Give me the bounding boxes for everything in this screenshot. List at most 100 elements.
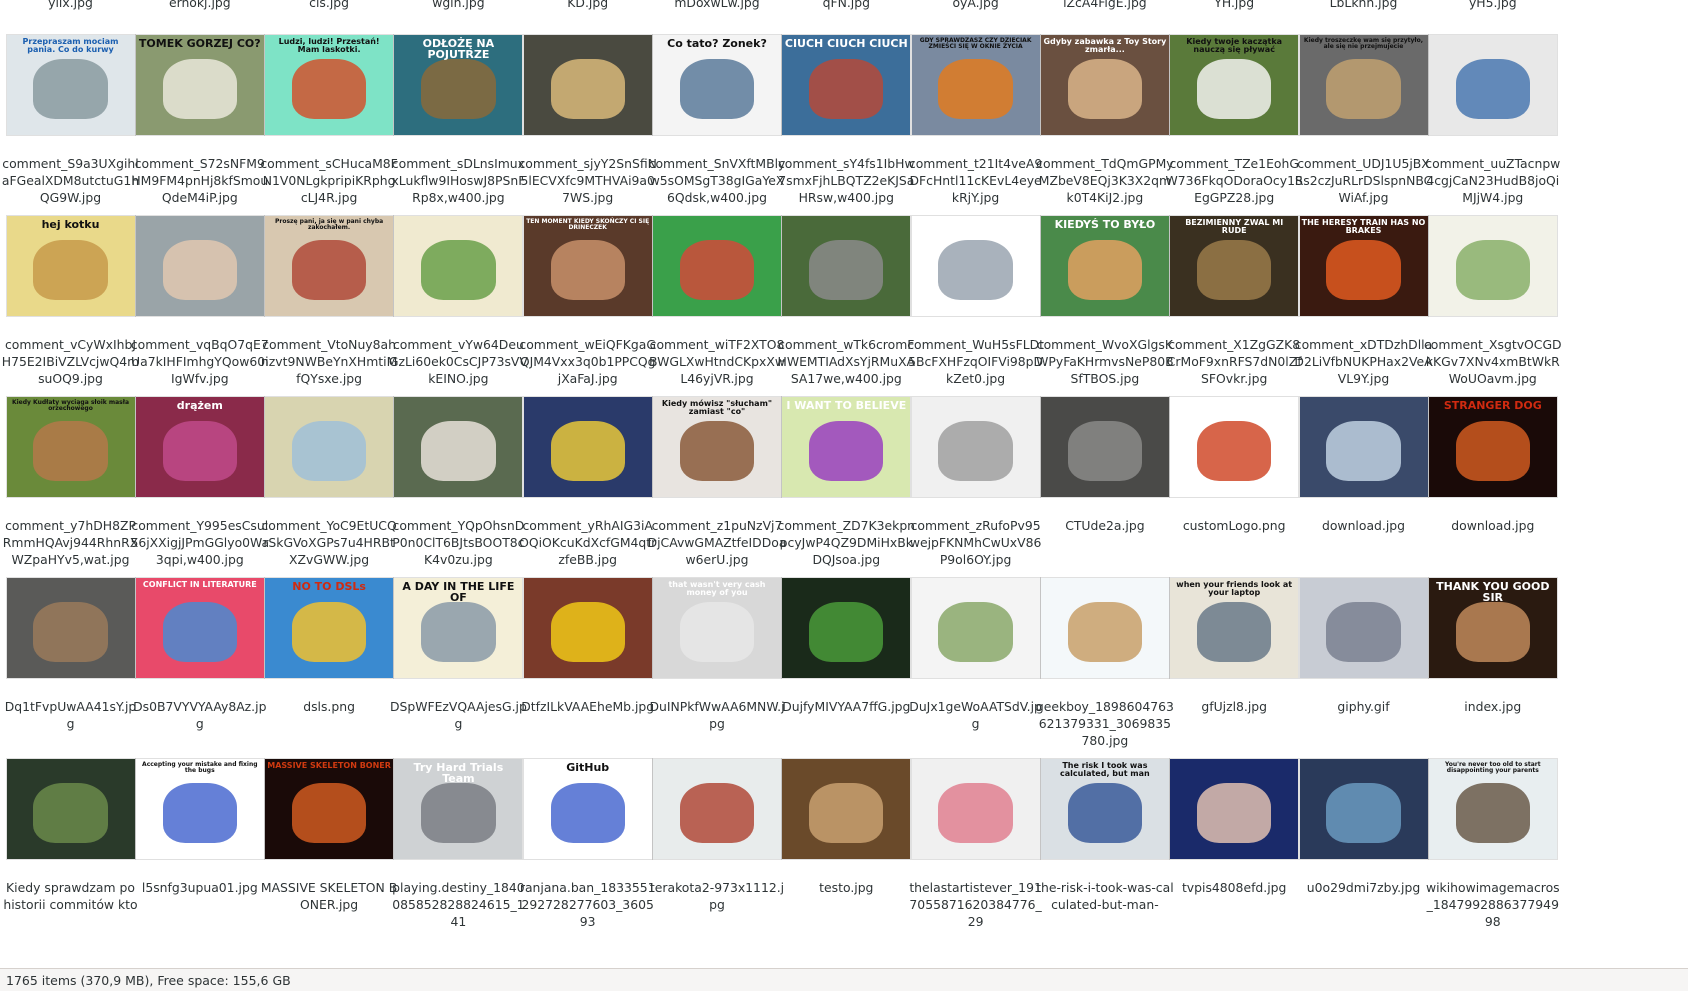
file-thumbnail: Przepraszam mociam pania. Co do kurwy: [6, 34, 135, 135]
file-thumbnail: [1299, 396, 1428, 497]
file-name: the-risk-i-took-was-calculated-but-man-: [1036, 880, 1174, 912]
thumbnail-shape: [938, 58, 1013, 119]
thumbnail-shape: [809, 782, 884, 843]
file-thumbnail: CIUCH CIUCH CIUCH: [782, 34, 911, 135]
file-thumbnail: [911, 396, 1040, 497]
file-thumbnail: MASSIVE SKELETON BONER: [265, 758, 394, 859]
thumbnail-shape: [1197, 782, 1272, 843]
thumbnail-shape: [421, 601, 496, 662]
file-thumbnail: [394, 215, 523, 316]
file-name: DujfyMIVYAA7ffG.jpg: [782, 699, 911, 714]
thumbnail-caption: Ludzi, ludzi! Przestań! Mam laskotki.: [278, 36, 380, 54]
thumbnail-shape: [33, 782, 108, 843]
thumbnail-caption: CIUCH CIUCH CIUCH: [784, 36, 908, 50]
file-name: wikihowimagemacros_184799288637794998: [1425, 880, 1560, 929]
file-name: DuJx1geWoAATSdV.jpg: [909, 699, 1042, 731]
file-name: yH5.jpg: [1468, 0, 1517, 10]
thumbnail-shape: [33, 239, 108, 300]
thumbnail-shape: [33, 601, 108, 662]
file-name: YH.jpg: [1214, 0, 1255, 10]
file-thumbnail: Co tato? Zonek?: [653, 34, 781, 135]
file-thumbnail: A DAY IN THE LIFE OF: [394, 577, 523, 678]
thumbnail-caption: THE HERESY TRAIN HAS NO BRAKES: [1301, 217, 1426, 235]
thumbnail-caption: STRANGER DOG: [1443, 398, 1542, 412]
thumbnail-shape: [162, 58, 237, 119]
file-grid[interactable]: yiix.jpg ernokj.jpg cis.jpg wgin.jpg KD.jpg m…: [0, 0, 1688, 968]
thumbnail-shape: [1197, 601, 1272, 662]
file-name: cis.jpg: [309, 0, 349, 10]
file-thumbnail: [911, 215, 1040, 316]
thumbnail-caption: CONFLICT IN LITERATURE: [142, 579, 257, 589]
thumbnail-shape: [162, 420, 237, 481]
file-thumbnail: THE HERESY TRAIN HAS NO BRAKES: [1299, 215, 1428, 316]
file-thumbnail: [523, 577, 652, 678]
thumbnail-caption: hej kotku: [41, 217, 100, 231]
thumbnail-shape: [1326, 782, 1401, 843]
file-thumbnail: GDY SPRAWDZASZ CZY DZIECIAK ZMIEŚCI SIĘ …: [911, 34, 1040, 135]
thumbnail-caption: Proszę pani, ja się w pani chyba zakocha…: [274, 217, 384, 231]
file-name: download.jpg: [1321, 518, 1406, 533]
file-name: customLogo.png: [1182, 518, 1286, 533]
file-thumbnail: [782, 215, 911, 316]
file-thumbnail: that wasn't very cash money of you: [653, 577, 781, 678]
file-name: thelastartistever_1917055871620384776_29: [909, 880, 1042, 929]
thumbnail-caption: The risk I took was calculated, but man: [1060, 760, 1150, 778]
thumbnail-shape: [1067, 420, 1142, 481]
thumbnail-shape: [938, 420, 1013, 481]
file-name: l5snfg3upua01.jpg: [141, 880, 258, 895]
thumbnail-shape: [421, 420, 496, 481]
thumbnail-shape: [809, 420, 884, 481]
file-thumbnail: TEN MOMENT KIEDY SKOŃCZY CI SIĘ DRINECZE…: [523, 215, 652, 316]
file-name: Ds0B7VYVYAAy8Az.jpg: [133, 699, 267, 731]
file-name: DtfzILkVAAEheMb.jpg: [521, 699, 655, 714]
thumbnail-caption: Gdyby zabawka z Toy Story zmarła...: [1043, 36, 1167, 54]
thumbnail-caption: that wasn't very cash money of you: [668, 579, 766, 597]
thumbnail-shape: [421, 239, 496, 300]
file-thumbnail: [1299, 577, 1428, 678]
file-thumbnail: [1170, 758, 1299, 859]
file-name: gfUjzl8.jpg: [1201, 699, 1268, 714]
thumbnail-caption: TOMEK GORZEJ CO?: [138, 36, 261, 50]
thumbnail-shape: [938, 601, 1013, 662]
file-name: Dq1tFvpUwAA41sY.jpg: [4, 699, 137, 731]
file-thumbnail: [1040, 396, 1169, 497]
file-thumbnail: NO TO DSLs: [265, 577, 394, 678]
file-thumbnail: CONFLICT IN LITERATURE: [135, 577, 264, 678]
file-name: DSpWFEzVQAAjesG.jpg: [389, 699, 527, 731]
thumbnail-shape: [1197, 420, 1272, 481]
file-name: ernokj.jpg: [168, 0, 231, 10]
thumbnail-caption: Try Hard Trials Team: [413, 760, 504, 786]
file-name: LbLkhh.jpg: [1329, 0, 1398, 10]
file-thumbnail: drążem: [135, 396, 264, 497]
thumbnail-caption: BEZIMIENNY ZWAL MI RUDE: [1185, 217, 1284, 235]
file-name: u0o29dmi7zby.jpg: [1306, 880, 1421, 895]
thumbnail-caption: Kiedy twoje kaczątka nauczą się pływać: [1186, 36, 1283, 54]
file-name: Kiedy sprawdzam po historii commitów kto: [3, 880, 138, 912]
thumbnail-shape: [550, 58, 625, 119]
file-thumbnail: [523, 34, 652, 135]
thumbnail-shape: [550, 782, 625, 843]
file-name: testo.jpg: [819, 880, 874, 895]
file-name: giphy.gif: [1337, 699, 1390, 714]
file-thumbnail: Ludzi, ludzi! Przestań! Mam laskotki.: [265, 34, 394, 135]
file-name: download.jpg: [1451, 518, 1535, 533]
file-thumbnail: Kiedy twoje kaczątka nauczą się pływać: [1170, 34, 1299, 135]
file-thumbnail: ODŁOŻĘ NA POJUTRZE: [394, 34, 523, 135]
file-name: qFN.jpg: [822, 0, 870, 10]
file-thumbnail: KIEDYŚ TO BYŁO: [1040, 215, 1169, 316]
file-name: DuINPkfWwAA6MNW.jpg: [649, 699, 785, 731]
file-thumbnail: Try Hard Trials Team: [394, 758, 523, 859]
thumbnail-shape: [1067, 239, 1142, 300]
thumbnail-shape: [1067, 782, 1142, 843]
file-name: iZcA4FigE.jpg: [1063, 0, 1147, 10]
thumbnail-caption: when your friends look at your laptop: [1176, 579, 1293, 597]
thumbnail-shape: [1326, 420, 1401, 481]
thumbnail-shape: [291, 601, 367, 662]
thumbnail-caption: You're never too old to start disappoint…: [1444, 760, 1541, 774]
thumbnail-caption: GDY SPRAWDZASZ CZY DZIECIAK ZMIEŚCI SIĘ …: [919, 36, 1032, 50]
thumbnail-caption: Accepting your mistake and fixing the bu…: [142, 760, 258, 774]
file-thumbnail: [1299, 758, 1428, 859]
thumbnail-caption: Przepraszam mociam pania. Co do kurwy: [22, 36, 119, 54]
thumbnail-shape: [421, 58, 496, 119]
thumbnail-caption: NO TO DSLs: [292, 579, 366, 593]
